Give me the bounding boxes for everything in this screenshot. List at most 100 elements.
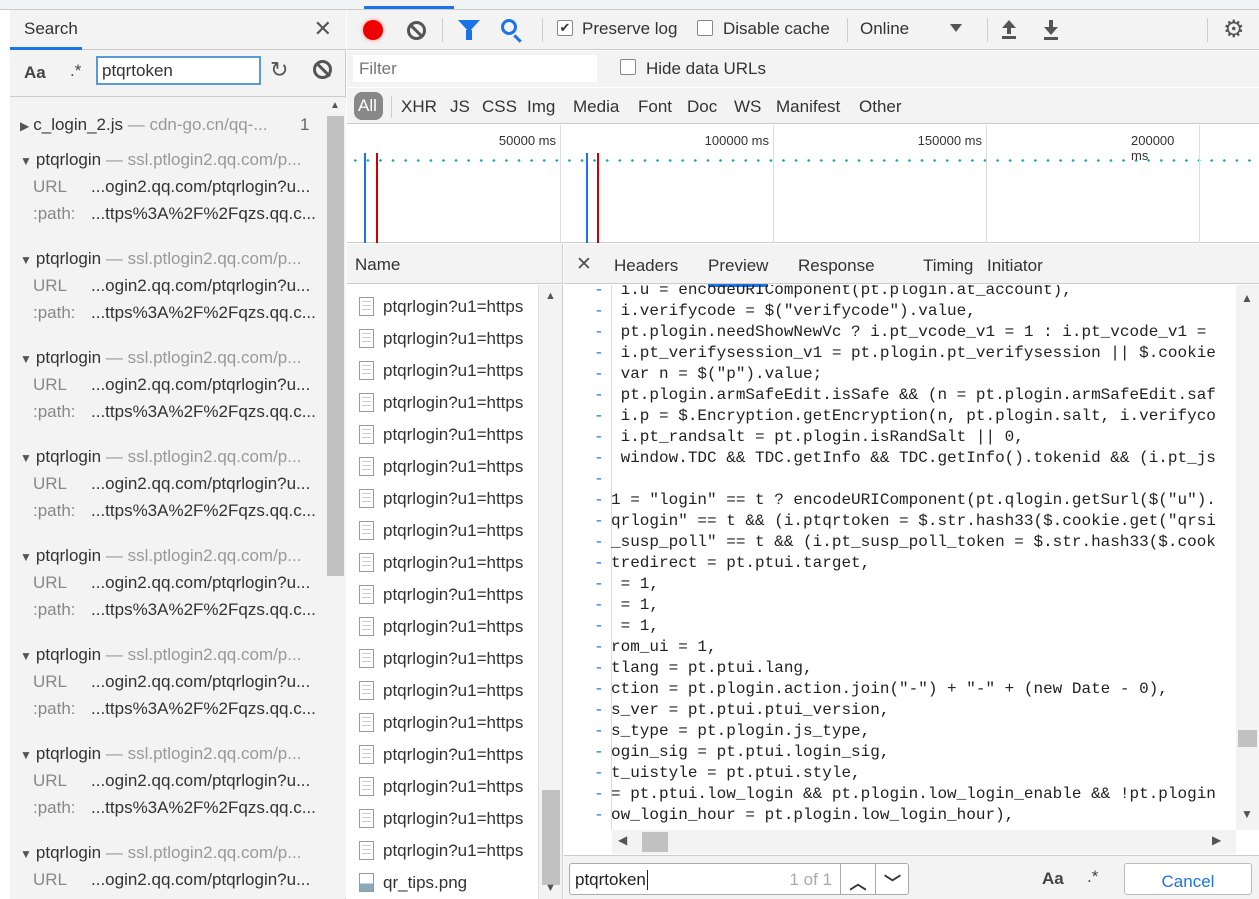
hide-data-urls-checkbox[interactable] xyxy=(620,59,636,75)
search-match-line[interactable]: URL ...ogin2.qq.com/ptqrlogin?u... xyxy=(33,573,310,593)
request-list-scrollbar[interactable]: ▲ ▼ xyxy=(539,285,563,899)
tab-timing[interactable]: Timing xyxy=(923,256,973,276)
caret-down-icon[interactable]: ▼ xyxy=(20,154,32,168)
search-match-line[interactable]: URL ...ogin2.qq.com/ptqrlogin?u... xyxy=(33,276,310,296)
gear-icon[interactable]: ⚙ xyxy=(1223,15,1245,44)
search-match-line[interactable]: :path:...ttps%3A%2F%2Fqzs.qq.c... xyxy=(33,303,316,323)
export-har-icon[interactable] xyxy=(1042,20,1060,40)
search-result-file[interactable]: ▼ ptqrlogin — ssl.ptlogin2.qq.com/p... xyxy=(20,744,301,764)
request-row[interactable]: ptqrlogin?u1=https xyxy=(359,681,523,701)
scrollbar-thumb[interactable] xyxy=(1238,730,1257,747)
search-result-file[interactable]: ▼ ptqrlogin — ssl.ptlogin2.qq.com/p... xyxy=(20,546,301,566)
clear-search-icon[interactable] xyxy=(313,60,332,79)
caret-down-icon[interactable]: ▼ xyxy=(20,352,32,366)
scroll-right-icon[interactable]: ▶ xyxy=(1212,833,1221,847)
request-row[interactable]: ptqrlogin?u1=https xyxy=(359,457,523,477)
request-row[interactable]: ptqrlogin?u1=https xyxy=(359,425,523,445)
search-result-file[interactable]: ▼ ptqrlogin — ssl.ptlogin2.qq.com/p... xyxy=(20,645,301,665)
code-horizontal-scrollbar[interactable]: ◀ ▶ xyxy=(612,830,1236,854)
request-row[interactable]: ptqrlogin?u1=https xyxy=(359,329,523,349)
close-icon[interactable]: ✕ xyxy=(314,16,332,42)
caret-down-icon[interactable]: ▼ xyxy=(20,847,32,861)
search-match-line[interactable]: URL ...ogin2.qq.com/ptqrlogin?u... xyxy=(33,771,310,791)
name-column-header[interactable]: Name xyxy=(347,244,563,284)
cancel-button[interactable]: Cancel xyxy=(1124,863,1252,895)
scroll-down-icon[interactable]: ▼ xyxy=(1241,807,1253,821)
filter-type-doc[interactable]: Doc xyxy=(687,97,717,117)
search-input[interactable] xyxy=(96,56,261,85)
search-match-line[interactable]: :path:...ttps%3A%2F%2Fqzs.qq.c... xyxy=(33,402,316,422)
preserve-log-checkbox[interactable]: ✔ xyxy=(557,20,573,36)
request-row[interactable]: ptqrlogin?u1=https xyxy=(359,393,523,413)
scroll-up-icon[interactable]: ▲ xyxy=(1241,291,1253,305)
caret-down-icon[interactable]: ▼ xyxy=(20,451,32,465)
request-row[interactable]: ptqrlogin?u1=https xyxy=(359,521,523,541)
scrollbar-thumb[interactable] xyxy=(542,790,560,885)
scroll-left-icon[interactable]: ◀ xyxy=(618,833,627,847)
caret-down-icon[interactable]: ▼ xyxy=(20,253,32,267)
search-result-file[interactable]: ▼ ptqrlogin — ssl.ptlogin2.qq.com/p... xyxy=(20,348,301,368)
search-match-line[interactable]: :path:...ttps%3A%2F%2Fqzs.qq.c... xyxy=(33,501,316,521)
filter-icon[interactable] xyxy=(458,20,480,40)
filter-type-js[interactable]: JS xyxy=(450,97,470,117)
filter-input[interactable] xyxy=(353,55,597,82)
match-case-toggle[interactable]: Aa xyxy=(1042,869,1064,889)
close-icon[interactable]: ✕ xyxy=(576,253,592,276)
search-match-line[interactable]: :path:...ttps%3A%2F%2Fqzs.qq.c... xyxy=(33,897,316,898)
regex-toggle[interactable]: .* xyxy=(70,61,81,81)
search-match-line[interactable]: URL ...ogin2.qq.com/ptqrlogin?u... xyxy=(33,177,310,197)
search-match-line[interactable]: URL ...ogin2.qq.com/ptqrlogin?u... xyxy=(33,672,310,692)
scrollbar-thumb[interactable] xyxy=(642,832,668,852)
search-result-file[interactable]: ▼ ptqrlogin — ssl.ptlogin2.qq.com/p... xyxy=(20,447,301,467)
scroll-down-icon[interactable]: ▼ xyxy=(545,882,556,894)
request-row[interactable]: ptqrlogin?u1=https xyxy=(359,297,523,317)
request-row[interactable]: ptqrlogin?u1=https xyxy=(359,745,523,765)
chevron-up-icon[interactable]: ︿ xyxy=(840,864,875,894)
caret-down-icon[interactable]: ▼ xyxy=(20,748,32,762)
search-result-file[interactable]: ▼ ptqrlogin — ssl.ptlogin2.qq.com/p... xyxy=(20,150,301,170)
filter-type-img[interactable]: Img xyxy=(527,97,555,117)
code-vertical-scrollbar[interactable]: ▲ ▼ xyxy=(1236,285,1259,830)
search-match-line[interactable]: :path:...ttps%3A%2F%2Fqzs.qq.c... xyxy=(33,798,316,818)
scrollbar-thumb[interactable] xyxy=(327,116,344,576)
search-tab[interactable]: Search xyxy=(10,10,82,50)
caret-down-icon[interactable]: ▼ xyxy=(20,649,32,663)
filter-type-manifest[interactable]: Manifest xyxy=(776,97,840,117)
refresh-icon[interactable]: ↻ xyxy=(270,57,288,83)
request-row[interactable]: ptqrlogin?u1=https xyxy=(359,361,523,381)
search-result-file[interactable]: ▼ ptqrlogin — ssl.ptlogin2.qq.com/p... xyxy=(20,843,301,863)
request-row[interactable]: ptqrlogin?u1=https xyxy=(359,553,523,573)
search-match-line[interactable]: :path:...ttps%3A%2F%2Fqzs.qq.c... xyxy=(33,600,316,620)
search-match-line[interactable]: URL ...ogin2.qq.com/ptqrlogin?u... xyxy=(33,474,310,494)
search-match-line[interactable]: :path:...ttps%3A%2F%2Fqzs.qq.c... xyxy=(33,204,316,224)
caret-right-icon[interactable]: ▶ xyxy=(20,119,29,133)
search-match-line[interactable]: URL ...ogin2.qq.com/ptqrlogin?u... xyxy=(33,375,310,395)
search-icon[interactable] xyxy=(501,19,517,35)
filter-type-css[interactable]: CSS xyxy=(482,97,517,117)
filter-type-xhr[interactable]: XHR xyxy=(401,97,437,117)
request-row[interactable]: ptqrlogin?u1=https xyxy=(359,617,523,637)
request-row[interactable]: ptqrlogin?u1=https xyxy=(359,809,523,829)
throttling-select[interactable]: Online xyxy=(860,19,909,39)
scroll-up-icon[interactable]: ▲ xyxy=(545,290,556,302)
search-match-line[interactable]: URL ...ogin2.qq.com/ptqrlogin?u... xyxy=(33,870,310,890)
request-row[interactable]: ptqrlogin?u1=https xyxy=(359,777,523,797)
find-query[interactable]: ptqrtoken xyxy=(575,870,648,890)
chevron-down-icon[interactable]: ﹀ xyxy=(875,864,909,894)
import-har-icon[interactable] xyxy=(1000,20,1018,40)
request-row[interactable]: ptqrlogin?u1=https xyxy=(359,649,523,669)
tab-headers[interactable]: Headers xyxy=(614,256,678,276)
search-result-file[interactable]: ▶ c_login_2.js — cdn-go.cn/qq-... 1 xyxy=(20,115,309,135)
chevron-down-icon[interactable] xyxy=(950,24,962,32)
record-button[interactable] xyxy=(363,20,383,40)
caret-down-icon[interactable]: ▼ xyxy=(20,550,32,564)
match-case-toggle[interactable]: Aa xyxy=(24,63,46,83)
scroll-up-icon[interactable]: ▲ xyxy=(330,100,340,111)
request-row[interactable]: ptqrlogin?u1=https xyxy=(359,841,523,861)
search-match-line[interactable]: :path:...ttps%3A%2F%2Fqzs.qq.c... xyxy=(33,699,316,719)
filter-type-media[interactable]: Media xyxy=(573,97,619,117)
tab-initiator[interactable]: Initiator xyxy=(987,256,1043,276)
results-scrollbar[interactable]: ▲ xyxy=(325,98,346,898)
request-row[interactable]: ptqrlogin?u1=https xyxy=(359,489,523,509)
request-row[interactable]: qr_tips.png xyxy=(359,873,467,893)
